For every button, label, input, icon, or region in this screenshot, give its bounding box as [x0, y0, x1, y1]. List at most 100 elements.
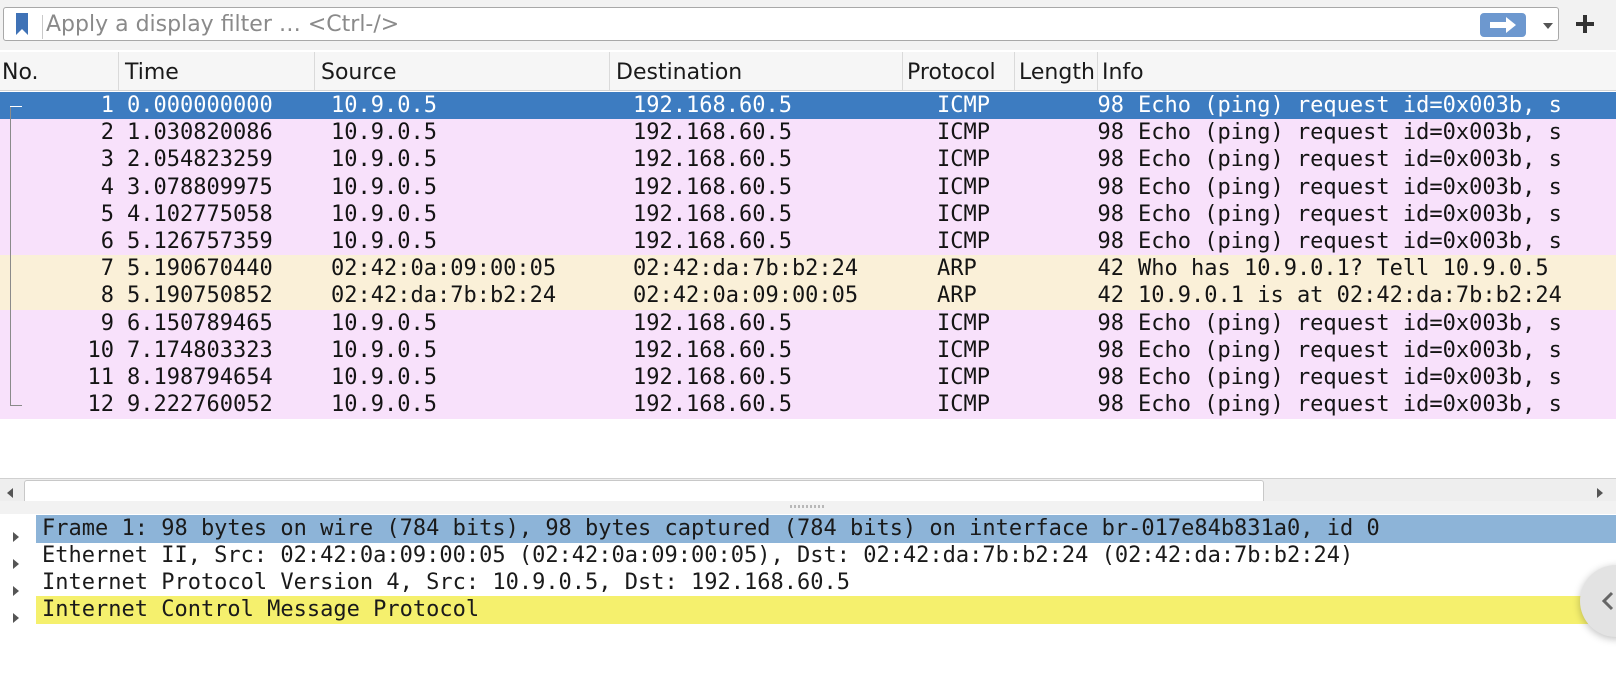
- display-filter-toolbar: [0, 0, 1616, 50]
- packet-time-cell: 3.078809975: [127, 174, 273, 200]
- column-header-protocol[interactable]: Protocol: [903, 52, 1015, 90]
- packet-length-cell: 98: [1097, 120, 1125, 146]
- packet-row[interactable]: 5 4.102775058 10.9.0.5 192.168.60.5 ICMP 98 Ec…: [0, 200, 1616, 229]
- detail-item-icmp[interactable]: Internet Control Message Protocol: [0, 596, 1616, 624]
- floating-chevron-left-icon[interactable]: [1580, 565, 1616, 637]
- packet-time-cell: 5.126757359: [127, 229, 273, 254]
- packet-source-cell: 10.9.0.5: [331, 365, 437, 390]
- conversation-bracket: [10, 106, 11, 406]
- packet-destination-cell: 192.168.60.5: [633, 174, 792, 200]
- packet-row[interactable]: 10 7.174803323 10.9.0.5 192.168.60.5 ICMP 98 E…: [0, 336, 1616, 365]
- packet-length-cell: 98: [1097, 310, 1125, 336]
- column-header-length[interactable]: Length: [1015, 52, 1098, 90]
- packet-no-cell: 4: [100, 174, 114, 200]
- packet-length-cell: 98: [1097, 174, 1125, 200]
- packet-list-pane: No. Time Source Destination Protocol Len…: [0, 52, 1616, 508]
- packet-info-cell: Echo (ping) request id=0x003b, s: [1138, 201, 1562, 227]
- detail-item-frame[interactable]: Frame 1: 98 bytes on wire (784 bits), 98…: [0, 515, 1616, 543]
- packet-source-cell: 02:42:da:7b:b2:24: [331, 283, 557, 309]
- scroll-right-caret-right-icon[interactable]: [1592, 484, 1608, 502]
- packet-row[interactable]: 7 5.190670440 02:42:0a:09:00:05 02:42:da:7b…: [0, 255, 1616, 284]
- packet-protocol-cell: ICMP: [937, 310, 990, 336]
- packet-row[interactable]: 1 0.000000000 10.9.0.5 192.168.60.5 ICMP 98 Ec…: [0, 92, 1616, 120]
- detail-item-ethernet[interactable]: Ethernet II, Src: 02:42:0a:09:00:05 (02:…: [0, 542, 1616, 570]
- packet-length-cell: 98: [1097, 392, 1125, 418]
- display-filter-box: [3, 7, 1559, 41]
- packet-length-cell: 98: [1097, 365, 1125, 390]
- apply-filter-arrow-icon[interactable]: [1480, 13, 1526, 37]
- packet-source-cell: 10.9.0.5: [331, 229, 437, 254]
- packet-time-cell: 5.190670440: [127, 256, 273, 282]
- expand-caret-right-icon[interactable]: [10, 523, 22, 542]
- packet-source-cell: 10.9.0.5: [331, 392, 437, 418]
- packet-destination-cell: 192.168.60.5: [633, 201, 792, 227]
- packet-row[interactable]: 3 2.054823259 10.9.0.5 192.168.60.5 ICMP 98 Ec…: [0, 146, 1616, 175]
- filter-history-chevron-down-icon[interactable]: [1539, 14, 1557, 36]
- packet-length-cell: 98: [1097, 229, 1125, 254]
- packet-no-cell: 10: [87, 337, 115, 363]
- packet-info-cell: 10.9.0.1 is at 02:42:da:7b:b2:24: [1138, 283, 1562, 309]
- detail-item-label: Ethernet II, Src: 02:42:0a:09:00:05 (02:…: [42, 543, 1354, 568]
- display-filter-input[interactable]: [46, 10, 1406, 38]
- packet-info-cell: Echo (ping) request id=0x003b, s: [1138, 93, 1562, 118]
- conversation-bracket-end: [10, 405, 22, 407]
- detail-item-label: Internet Control Message Protocol: [36, 596, 1616, 624]
- packet-row[interactable]: 2 1.030820086 10.9.0.5 192.168.60.5 ICMP 98 Ec…: [0, 119, 1616, 148]
- column-header-source[interactable]: Source: [315, 52, 610, 90]
- pane-splitter[interactable]: [0, 501, 1616, 514]
- scroll-left-caret-left-icon[interactable]: [2, 484, 18, 502]
- packet-row[interactable]: 9 6.150789465 10.9.0.5 192.168.60.5 ICMP 98 Ec…: [0, 309, 1616, 338]
- packet-protocol-cell: ARP: [937, 283, 977, 309]
- expand-caret-right-icon[interactable]: [10, 577, 22, 596]
- packet-no-cell: 5: [100, 201, 114, 227]
- packet-protocol-cell: ICMP: [937, 174, 990, 200]
- packet-protocol-cell: ICMP: [937, 201, 990, 227]
- packet-destination-cell: 192.168.60.5: [633, 392, 792, 418]
- packet-no-cell: 7: [100, 256, 114, 282]
- packet-info-cell: Echo (ping) request id=0x003b, s: [1138, 392, 1562, 418]
- packet-info-cell: Who has 10.9.0.1? Tell 10.9.0.5: [1138, 256, 1549, 282]
- packet-destination-cell: 192.168.60.5: [633, 337, 792, 363]
- packet-info-cell: Echo (ping) request id=0x003b, s: [1138, 365, 1562, 390]
- expand-caret-right-icon[interactable]: [10, 604, 22, 623]
- packet-source-cell: 02:42:0a:09:00:05: [331, 256, 557, 282]
- packet-protocol-cell: ICMP: [937, 120, 990, 146]
- expand-caret-right-icon[interactable]: [10, 550, 22, 569]
- packet-info-cell: Echo (ping) request id=0x003b, s: [1138, 229, 1562, 254]
- packet-row[interactable]: 8 5.190750852 02:42:da:7b:b2:24 02:42:0a:09…: [0, 282, 1616, 311]
- packet-rows: 1 0.000000000 10.9.0.5 192.168.60.5 ICMP 98 Ec…: [0, 92, 1616, 427]
- packet-destination-cell: 192.168.60.5: [633, 147, 792, 173]
- packet-info-cell: Echo (ping) request id=0x003b, s: [1138, 147, 1562, 173]
- packet-length-cell: 42: [1097, 256, 1125, 282]
- packet-protocol-cell: ARP: [937, 256, 977, 282]
- packet-destination-cell: 02:42:0a:09:00:05: [633, 283, 859, 309]
- packet-protocol-cell: ICMP: [937, 365, 990, 390]
- packet-source-cell: 10.9.0.5: [331, 310, 437, 336]
- packet-length-cell: 98: [1097, 147, 1125, 173]
- packet-row[interactable]: 6 5.126757359 10.9.0.5 192.168.60.5 ICMP 98 Ec…: [0, 228, 1616, 256]
- column-header-no[interactable]: No.: [0, 52, 119, 90]
- column-header-info[interactable]: Info: [1098, 52, 1616, 90]
- packet-row[interactable]: 12 9.222760052 10.9.0.5 192.168.60.5 ICMP 98 E…: [0, 391, 1616, 420]
- column-header-destination[interactable]: Destination: [610, 52, 903, 90]
- packet-length-cell: 98: [1097, 201, 1125, 227]
- packet-source-cell: 10.9.0.5: [331, 174, 437, 200]
- packet-time-cell: 2.054823259: [127, 147, 273, 173]
- packet-no-cell: 9: [100, 310, 114, 336]
- column-header-time[interactable]: Time: [119, 52, 315, 90]
- packet-length-cell: 98: [1097, 337, 1125, 363]
- packet-time-cell: 6.150789465: [127, 310, 273, 336]
- packet-time-cell: 4.102775058: [127, 201, 273, 227]
- packet-row[interactable]: 4 3.078809975 10.9.0.5 192.168.60.5 ICMP 98 Ec…: [0, 173, 1616, 202]
- bookmark-icon[interactable]: [8, 11, 43, 39]
- detail-item-label: Internet Protocol Version 4, Src: 10.9.0…: [42, 570, 850, 595]
- packet-destination-cell: 192.168.60.5: [633, 365, 792, 390]
- add-filter-button-plus-icon[interactable]: [1570, 9, 1600, 39]
- packet-source-cell: 10.9.0.5: [331, 201, 437, 227]
- packet-details-pane: Frame 1: 98 bytes on wire (784 bits), 98…: [0, 515, 1616, 682]
- packet-protocol-cell: ICMP: [937, 229, 990, 254]
- packet-row[interactable]: 11 8.198794654 10.9.0.5 192.168.60.5 ICMP 98 E…: [0, 364, 1616, 392]
- detail-item-label: Frame 1: 98 bytes on wire (784 bits), 98…: [36, 515, 1616, 543]
- detail-item-ipv4[interactable]: Internet Protocol Version 4, Src: 10.9.0…: [0, 569, 1616, 597]
- packet-protocol-cell: ICMP: [937, 147, 990, 173]
